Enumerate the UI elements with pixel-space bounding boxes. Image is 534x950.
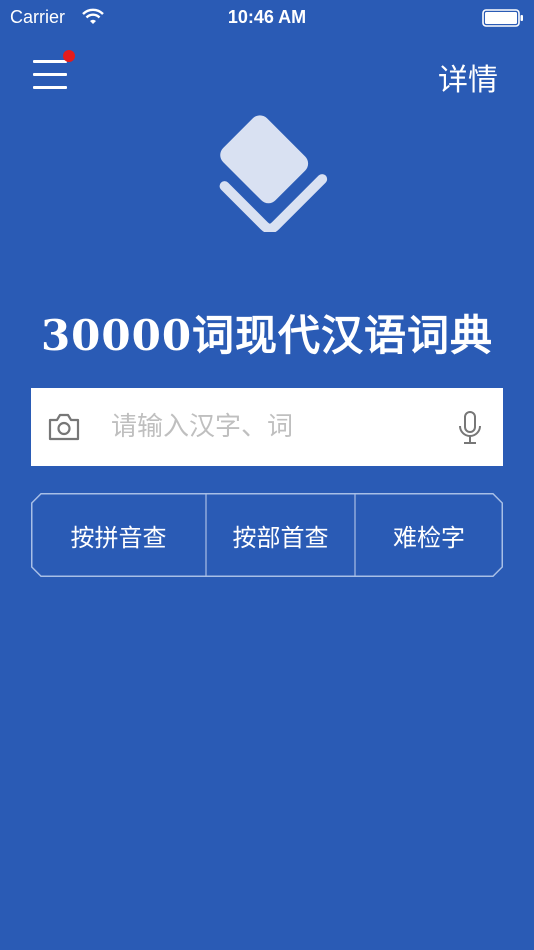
difficult-character-button[interactable]: 难检字 (355, 493, 503, 577)
status-time: 10:46 AM (227, 7, 307, 27)
details-button[interactable]: 详情 (438, 55, 498, 99)
pinyin-lookup-button[interactable]: 按拼音查 (31, 493, 206, 577)
search-box (31, 388, 503, 466)
radical-lookup-button[interactable]: 按部首查 (206, 493, 355, 577)
book-logo-icon (219, 115, 328, 232)
app-screen: Carrier 10:46 AM 详情 30000词现代汉语词典 请输入汉字、词… (0, 0, 534, 950)
app-title: 30000词现代汉语词典 (40, 311, 494, 360)
microphone-icon[interactable] (457, 410, 483, 446)
notification-dot (63, 50, 75, 62)
camera-icon[interactable] (47, 412, 81, 442)
search-input[interactable] (111, 388, 441, 466)
status-bar: Carrier 10:46 AM (0, 0, 534, 36)
lookup-button-group: 按拼音查 按部首查 难检字 (31, 493, 503, 577)
battery-icon (482, 9, 523, 27)
menu-button[interactable] (30, 50, 75, 92)
